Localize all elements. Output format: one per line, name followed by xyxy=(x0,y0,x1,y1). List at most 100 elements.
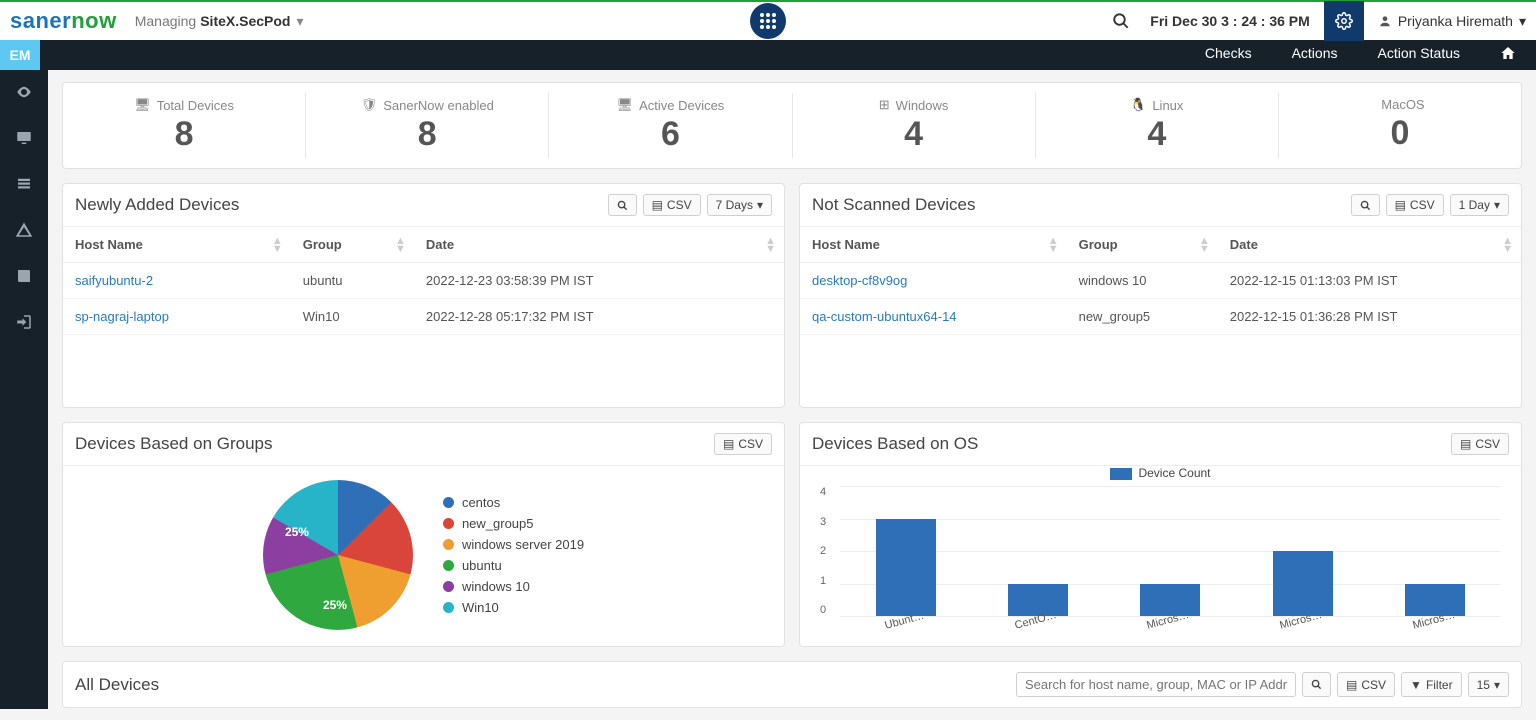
stat-windows: ⊞Windows 4 xyxy=(793,93,1036,158)
legend-item[interactable]: new_group5 xyxy=(443,516,584,531)
topbar: sanernow Managing SiteX.SecPod ▾ Fri Dec… xyxy=(0,0,1536,40)
legend-item[interactable]: windows server 2019 xyxy=(443,537,584,552)
stat-linux: 🐧Linux 4 xyxy=(1036,93,1279,158)
panel-title: Newly Added Devices xyxy=(75,195,239,215)
nav-actions[interactable]: Actions xyxy=(1292,45,1338,66)
logo-part-a: saner xyxy=(10,8,71,33)
host-link[interactable]: qa-custom-ubuntux64-14 xyxy=(800,299,1067,335)
col-group[interactable]: Group▲▼ xyxy=(1067,227,1218,263)
col-hostname[interactable]: Host Name▲▼ xyxy=(800,227,1067,263)
eye-icon[interactable] xyxy=(14,82,34,102)
panel-title: Not Scanned Devices xyxy=(812,195,975,215)
col-hostname[interactable]: Host Name▲▼ xyxy=(63,227,291,263)
settings-button[interactable] xyxy=(1324,1,1364,41)
panel-title: All Devices xyxy=(75,675,159,695)
stat-value: 4 xyxy=(793,115,1035,154)
stat-label: Total Devices xyxy=(157,98,234,113)
host-link[interactable]: desktop-cf8v9og xyxy=(800,263,1067,299)
csv-label: CSV xyxy=(1410,198,1435,212)
bar[interactable] xyxy=(1008,584,1068,617)
range-dropdown[interactable]: 7 Days ▾ xyxy=(707,194,772,216)
cell: 2022-12-15 01:13:03 PM IST xyxy=(1218,263,1521,299)
table-row: saifyubuntu-2 ubuntu 2022-12-23 03:58:39… xyxy=(63,263,784,299)
search-icon[interactable] xyxy=(1106,6,1136,36)
cell: new_group5 xyxy=(1067,299,1218,335)
linux-icon: 🐧 xyxy=(1130,97,1146,113)
page-size-dropdown[interactable]: 15 ▾ xyxy=(1468,672,1509,697)
warning-icon[interactable] xyxy=(14,220,34,240)
stat-sanernow-enabled: 🛡SanerNow enabled 8 xyxy=(306,93,549,158)
table-row: desktop-cf8v9og windows 10 2022-12-15 01… xyxy=(800,263,1521,299)
newly-added-panel: Newly Added Devices ▤ CSV 7 Days ▾ Host … xyxy=(62,183,785,408)
monitor-icon: 🖥 xyxy=(134,97,151,113)
datetime: Fri Dec 30 3 : 24 : 36 PM xyxy=(1150,13,1310,29)
col-group[interactable]: Group▲▼ xyxy=(291,227,414,263)
site-selector[interactable]: SiteX.SecPod xyxy=(200,13,290,29)
host-link[interactable]: saifyubuntu-2 xyxy=(63,263,291,299)
bar[interactable] xyxy=(1273,551,1333,616)
bar-legend: Device Count xyxy=(820,466,1501,480)
module-pill[interactable]: EM xyxy=(0,40,40,70)
user-menu[interactable]: Priyanka Hiremath ▾ xyxy=(1378,13,1526,30)
not-scanned-table: Host Name▲▼ Group▲▼ Date▲▼ desktop-cf8v9… xyxy=(800,227,1521,335)
logout-icon[interactable] xyxy=(14,312,34,332)
device-search-input[interactable] xyxy=(1016,672,1296,697)
apps-grid-button[interactable] xyxy=(750,3,786,39)
all-devices-panel: All Devices ▤ CSV ▼ Filter 15 ▾ xyxy=(62,661,1522,708)
bar[interactable] xyxy=(876,519,936,617)
main-content: 🖥 Total Devices 8 🛡SanerNow enabled 8 🖥Ac… xyxy=(48,70,1536,720)
csv-button[interactable]: ▤ CSV xyxy=(714,433,772,455)
table-row: sp-nagraj-laptop Win10 2022-12-28 05:17:… xyxy=(63,299,784,335)
col-date[interactable]: Date▲▼ xyxy=(414,227,784,263)
chevron-down-icon: ▾ xyxy=(1519,13,1526,30)
range-label: 1 Day xyxy=(1459,198,1490,212)
legend-dot xyxy=(443,497,454,508)
pie-legend: centos new_group5 windows server 2019 ub… xyxy=(443,495,584,615)
stat-active-devices: 🖥Active Devices 6 xyxy=(549,93,792,158)
nav-action-status[interactable]: Action Status xyxy=(1378,45,1461,66)
home-icon[interactable] xyxy=(1500,45,1516,66)
table-row: qa-custom-ubuntux64-14 new_group5 2022-1… xyxy=(800,299,1521,335)
csv-button[interactable]: ▤ CSV xyxy=(1386,194,1444,216)
legend-item[interactable]: centos xyxy=(443,495,584,510)
os-bar-chart[interactable]: Device Count 4 3 2 1 0 Ubunt…CentO…Micro… xyxy=(800,466,1521,646)
chevron-down-icon[interactable]: ▾ xyxy=(296,13,303,30)
monitor-icon[interactable] xyxy=(14,128,34,148)
col-date[interactable]: Date▲▼ xyxy=(1218,227,1521,263)
managing-label: Managing xyxy=(135,13,197,29)
range-dropdown[interactable]: 1 Day ▾ xyxy=(1450,194,1509,216)
legend-item[interactable]: ubuntu xyxy=(443,558,584,573)
csv-button[interactable]: ▤ CSV xyxy=(1337,672,1395,697)
legend-item[interactable]: Win10 xyxy=(443,600,584,615)
legend-dot xyxy=(443,560,454,571)
book-icon[interactable] xyxy=(14,266,34,286)
groups-pie-chart[interactable]: 25% 25% xyxy=(263,480,413,630)
stat-total-devices: 🖥 Total Devices 8 xyxy=(63,93,306,158)
csv-label: CSV xyxy=(667,198,692,212)
filter-button[interactable]: ▼ Filter xyxy=(1401,672,1462,697)
os-chart-panel: Devices Based on OS ▤ CSV Device Count 4… xyxy=(799,422,1522,647)
search-button[interactable] xyxy=(1351,194,1380,216)
stat-label: Linux xyxy=(1152,98,1183,113)
legend-item[interactable]: windows 10 xyxy=(443,579,584,594)
csv-button[interactable]: ▤ CSV xyxy=(1451,433,1509,455)
stat-label: Windows xyxy=(896,98,949,113)
grid-icon xyxy=(759,12,777,30)
search-button[interactable] xyxy=(608,194,637,216)
stat-value: 6 xyxy=(549,115,791,154)
cell: 2022-12-23 03:58:39 PM IST xyxy=(414,263,784,299)
monitor-icon: 🖥 xyxy=(617,97,634,113)
panel-title: Devices Based on Groups xyxy=(75,434,273,454)
stat-value: 8 xyxy=(63,115,305,154)
bar[interactable] xyxy=(1140,584,1200,617)
list-icon[interactable] xyxy=(14,174,34,194)
host-link[interactable]: sp-nagraj-laptop xyxy=(63,299,291,335)
search-button[interactable] xyxy=(1302,672,1331,697)
bar[interactable] xyxy=(1405,584,1465,617)
logo[interactable]: sanernow xyxy=(10,8,117,34)
nav-checks[interactable]: Checks xyxy=(1205,45,1252,66)
panel-title: Devices Based on OS xyxy=(812,434,978,454)
logo-part-b: now xyxy=(71,8,117,33)
cell: Win10 xyxy=(291,299,414,335)
csv-button[interactable]: ▤ CSV xyxy=(643,194,701,216)
